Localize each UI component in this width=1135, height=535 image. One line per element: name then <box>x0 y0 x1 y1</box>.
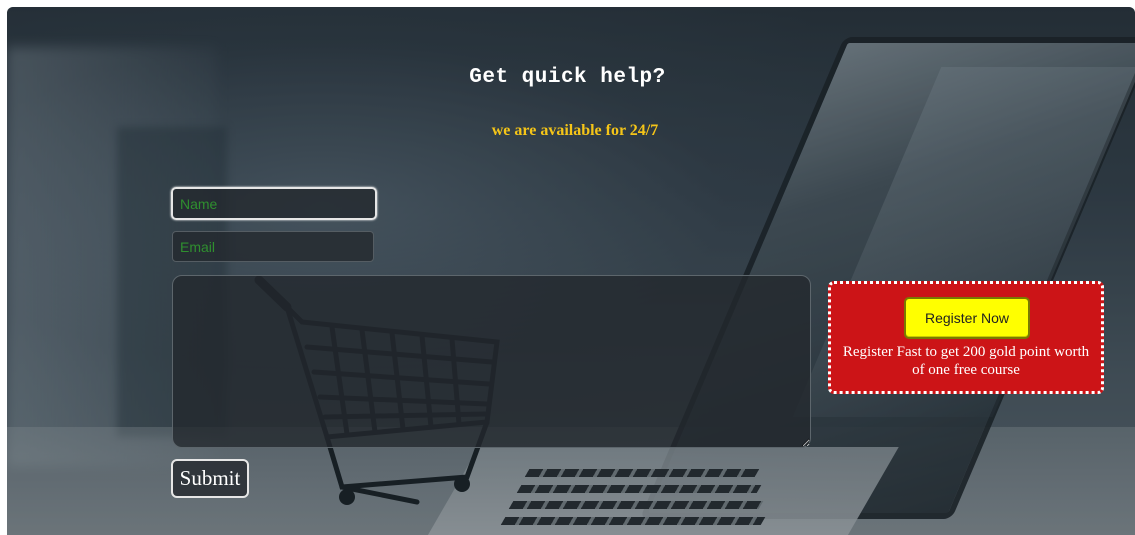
register-promo-box: Register Now Register Fast to get 200 go… <box>828 281 1104 394</box>
page-title: Get quick help? <box>469 66 666 89</box>
page-subtitle: we are available for 24/7 <box>491 122 659 139</box>
submit-button[interactable]: Submit <box>171 459 249 498</box>
email-field[interactable] <box>172 231 374 262</box>
register-now-button[interactable]: Register Now <box>904 297 1030 339</box>
message-field[interactable] <box>172 275 811 448</box>
promo-text: Register Fast to get 200 gold point wort… <box>842 344 1090 378</box>
page: Get quick help? we are available for 24/… <box>0 0 1135 535</box>
name-field[interactable] <box>171 187 377 220</box>
